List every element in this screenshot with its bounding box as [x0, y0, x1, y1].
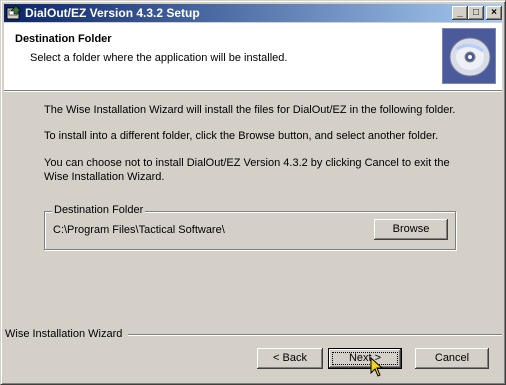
- minimize-button[interactable]: _: [452, 6, 468, 20]
- window-title: DialOut/EZ Version 4.3.2 Setup: [25, 6, 200, 20]
- close-button[interactable]: ×: [486, 6, 502, 20]
- footer-divider: [128, 334, 502, 336]
- focus-rectangle: [332, 352, 398, 365]
- destination-path: C:\Program Files\Tactical Software\: [53, 224, 225, 236]
- browse-button[interactable]: Browse: [374, 219, 448, 240]
- cancel-instructions-line1: You can choose not to install DialOut/EZ…: [44, 157, 450, 169]
- next-button[interactable]: Next >: [328, 348, 402, 369]
- wizard-brand-label: Wise Installation Wizard: [5, 328, 123, 340]
- mouse-pointer-icon: [370, 357, 384, 377]
- page-title: Destination Folder: [15, 33, 112, 45]
- destination-folder-label: Destination Folder: [52, 204, 146, 216]
- header-panel: Destination Folder Select a folder where…: [4, 23, 502, 90]
- back-button[interactable]: < Back: [257, 348, 323, 369]
- page-subtitle: Select a folder where the application wi…: [30, 52, 288, 64]
- intro-text: The Wise Installation Wizard will instal…: [44, 104, 456, 116]
- title-bar[interactable]: DialOut/EZ Version 4.3.2 Setup _ □ ×: [4, 4, 502, 22]
- cd-disc-icon: [442, 28, 496, 84]
- setup-window: DialOut/EZ Version 4.3.2 Setup _ □ × Des…: [0, 0, 506, 385]
- browse-instructions: To install into a different folder, clic…: [44, 130, 439, 142]
- setup-app-icon: [6, 5, 22, 20]
- header-divider: [4, 90, 502, 92]
- cancel-button[interactable]: Cancel: [415, 348, 489, 369]
- maximize-button[interactable]: □: [468, 6, 484, 20]
- cancel-instructions-line2: Wise Installation Wizard.: [44, 171, 165, 183]
